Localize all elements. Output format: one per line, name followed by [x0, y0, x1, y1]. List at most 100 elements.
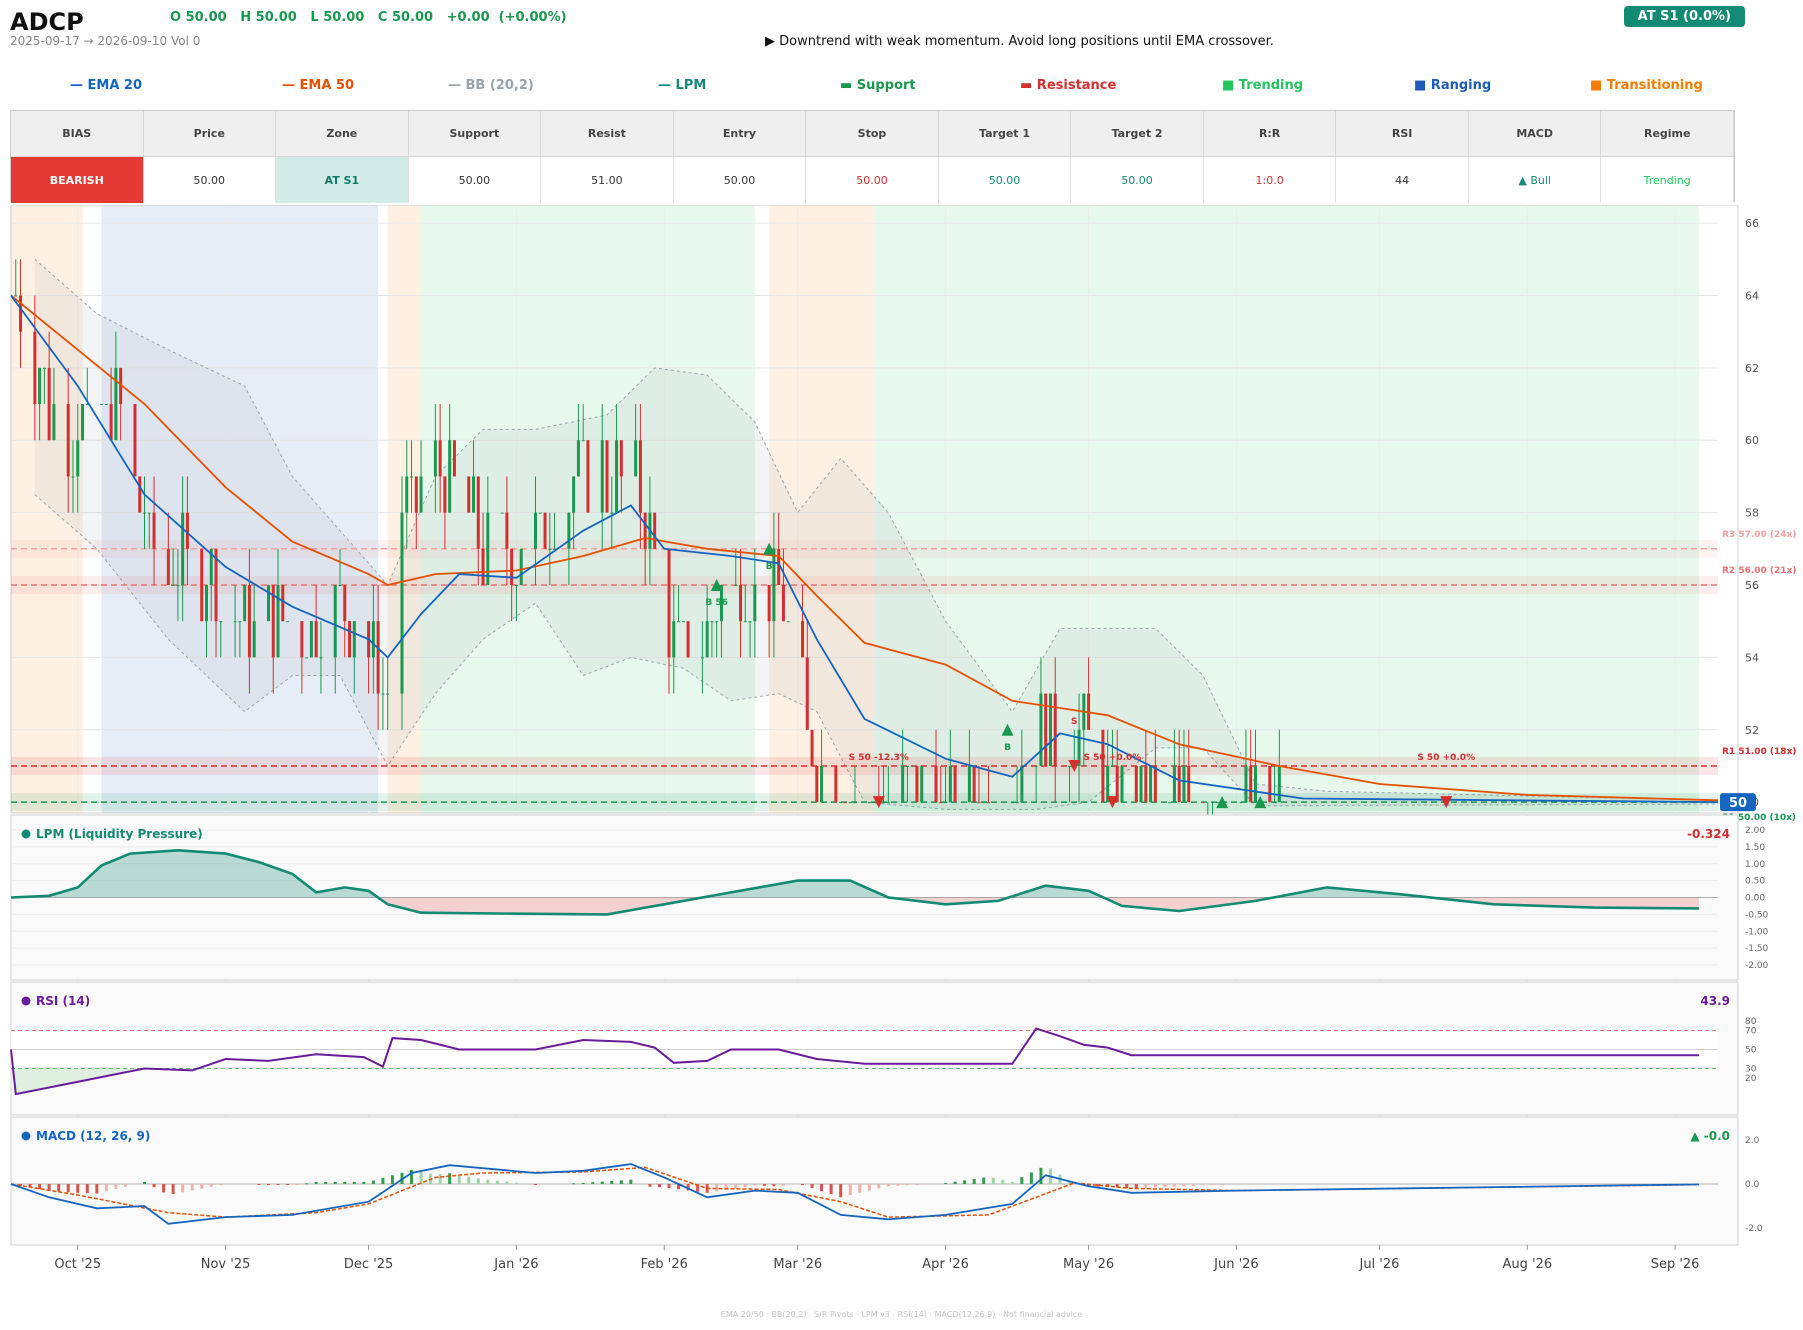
candle-body — [1149, 765, 1153, 803]
table-header-cell: Zone — [276, 111, 409, 157]
price-tick-label: 66 — [1745, 217, 1759, 230]
date-range: 2025-09-17 → 2026-09-10 Vol 0 — [10, 34, 201, 48]
macd-title: MACD (12, 26, 9) — [36, 1129, 150, 1143]
buy-signal-label: B — [766, 562, 773, 572]
sell-signal-label: S — [1071, 717, 1077, 727]
macd-histogram-bar — [333, 1181, 337, 1184]
macd-histogram-bar — [991, 1177, 995, 1184]
macd-histogram-bar — [619, 1180, 623, 1184]
ticker-symbol: ADCP — [10, 8, 84, 36]
date-tick-label: May '26 — [1063, 1257, 1114, 1272]
macd-panel-frame — [10, 1116, 1739, 1246]
candle-body — [939, 802, 943, 804]
macd-histogram-bar — [972, 1178, 976, 1184]
level-label: R1 51.00 (18x) — [1722, 747, 1796, 757]
macd-histogram-bar — [438, 1174, 442, 1184]
candle-body — [476, 476, 480, 549]
macd-histogram-bar — [314, 1182, 318, 1184]
candle-body — [100, 404, 104, 406]
macd-histogram-bar — [295, 1184, 299, 1185]
candle-body — [1139, 765, 1143, 803]
candle-body — [481, 548, 485, 585]
candle-body — [138, 476, 142, 513]
legend-resistance: ▬ Resistance — [1020, 78, 1117, 93]
candle-body — [71, 476, 75, 478]
macd-histogram-bar — [867, 1184, 871, 1191]
macd-histogram-bar — [657, 1184, 661, 1188]
macd-histogram-bar — [591, 1182, 595, 1184]
date-tick-label: Jul '26 — [1358, 1257, 1399, 1272]
macd-tick-label: 2.0 — [1745, 1136, 1760, 1146]
macd-histogram-bar — [610, 1180, 614, 1184]
signal-table: BIAS Price Zone Support Resist Entry Stop Targe… — [10, 110, 1735, 203]
macd-histogram-bar — [1144, 1184, 1148, 1188]
legend-ema-20: — EMA 20 — [70, 78, 143, 93]
macd-histogram-bar — [743, 1184, 747, 1187]
candle-body — [200, 548, 204, 622]
lpm-tick-label: -0.50 — [1745, 910, 1769, 920]
candle-body — [1110, 765, 1114, 767]
macd-histogram-bar — [352, 1181, 356, 1184]
price-tick-label: 58 — [1745, 507, 1759, 520]
candle-body — [266, 585, 270, 622]
table-value-stop: 50.00 — [806, 157, 939, 203]
footer-note: EMA 20/50 · BB(20,2) · S/R Pivots · LPM … — [720, 1310, 1083, 1319]
candle-body — [610, 512, 614, 514]
candle-body — [319, 657, 323, 659]
candle-body — [672, 621, 676, 658]
macd-title-dot — [21, 1131, 31, 1141]
candle-body — [309, 621, 313, 658]
macd-histogram-bar — [266, 1184, 270, 1185]
table-header-cell: Resist — [541, 111, 674, 157]
macd-histogram-bar — [123, 1184, 127, 1187]
lpm-tick-label: 1.50 — [1745, 843, 1765, 853]
candle-body — [619, 440, 623, 477]
candle-body — [276, 585, 280, 658]
rsi-title: RSI (14) — [36, 994, 90, 1008]
table-header-cell: MACD — [1468, 111, 1602, 157]
candle-body — [638, 440, 642, 513]
macd-histogram-bar — [219, 1184, 223, 1185]
candle-body — [810, 729, 814, 766]
candle-body — [944, 802, 948, 804]
candle-body — [1048, 693, 1052, 766]
candle-body — [386, 693, 390, 695]
macd-histogram-bar — [877, 1184, 881, 1189]
price-tick-label: 60 — [1745, 434, 1759, 447]
candle-body — [1273, 802, 1277, 804]
macd-histogram-bar — [305, 1183, 309, 1185]
legend: — EMA 20 — EMA 50 — BB (20,2) — LPM ▬ Suppor… — [10, 78, 1745, 100]
candle-body — [705, 621, 709, 658]
macd-histogram-bar — [495, 1180, 499, 1184]
candle-body — [1134, 765, 1138, 803]
candle-body — [52, 404, 56, 441]
candle-body — [839, 802, 843, 804]
date-tick-label: Jun '26 — [1213, 1257, 1259, 1272]
candle-body — [681, 621, 685, 623]
date-tick-label: Nov '25 — [201, 1257, 251, 1272]
macd-histogram-bar — [1039, 1167, 1043, 1184]
candle-body — [109, 404, 113, 441]
candle-body — [104, 404, 108, 406]
candle-body — [1120, 765, 1124, 803]
candle-body — [281, 585, 285, 622]
candle-body — [1201, 802, 1205, 804]
macd-histogram-bar — [905, 1184, 909, 1186]
sell-signal-label: S 50 -12.3% — [849, 753, 909, 763]
candle-body — [772, 548, 776, 622]
macd-histogram-bar — [1211, 1184, 1215, 1186]
candle-body — [147, 512, 151, 514]
candle-body — [1253, 765, 1257, 803]
rsi-tick-label: 70 — [1745, 1027, 1757, 1037]
candle-body — [486, 512, 490, 585]
table-value-support: 50.00 — [408, 157, 542, 203]
price-tick-label: 52 — [1745, 724, 1759, 737]
candle-body — [605, 440, 609, 513]
rsi-tick-label: 50 — [1745, 1046, 1757, 1056]
candle-body — [910, 765, 914, 767]
candle-body — [1182, 765, 1186, 803]
macd-histogram-bar — [362, 1181, 366, 1184]
candle-body — [1187, 765, 1191, 803]
date-tick-label: Oct '25 — [54, 1257, 101, 1272]
macd-histogram-bar — [896, 1184, 900, 1186]
